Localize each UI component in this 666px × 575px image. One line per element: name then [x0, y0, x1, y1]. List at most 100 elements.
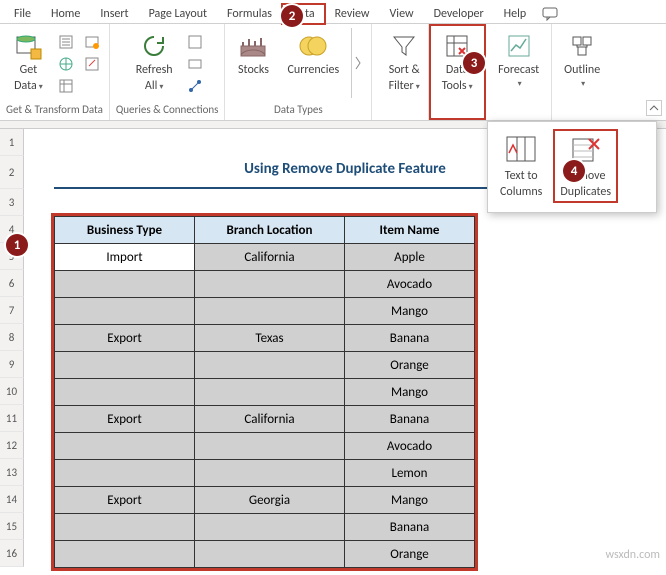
cell[interactable]: Mango: [345, 379, 475, 406]
tab-review[interactable]: Review: [325, 4, 380, 24]
cell[interactable]: Export: [55, 406, 195, 433]
cell[interactable]: [55, 460, 195, 487]
cell[interactable]: Banana: [345, 406, 475, 433]
cell[interactable]: [195, 460, 345, 487]
cell[interactable]: [195, 433, 345, 460]
table-row: ImportCaliforniaApple: [55, 244, 475, 271]
sort-filter-button[interactable]: Sort & Filter▾: [382, 28, 426, 96]
cell[interactable]: [55, 541, 195, 568]
row-header[interactable]: 8: [0, 324, 24, 351]
cell[interactable]: [55, 298, 195, 325]
row-header[interactable]: 6: [0, 270, 24, 297]
rd-l2: Duplicates: [560, 186, 611, 200]
cell[interactable]: Avocado: [345, 433, 475, 460]
cell[interactable]: [195, 298, 345, 325]
row-header[interactable]: 13: [0, 459, 24, 486]
row-header[interactable]: 15: [0, 513, 24, 540]
cell[interactable]: [195, 541, 345, 568]
tab-help[interactable]: Help: [494, 4, 537, 24]
cell[interactable]: Export: [55, 325, 195, 352]
ribbon-collapse-icon[interactable]: [646, 100, 662, 116]
from-table-icon[interactable]: [56, 76, 76, 96]
get-data-mini-buttons-2: [82, 28, 102, 74]
row-header[interactable]: 11: [0, 405, 24, 432]
existing-connections-icon[interactable]: [82, 54, 102, 74]
ttc-l1: Text to: [505, 170, 538, 184]
cell[interactable]: [55, 271, 195, 298]
table-row: Orange: [55, 352, 475, 379]
cell[interactable]: Banana: [345, 514, 475, 541]
cell[interactable]: [55, 352, 195, 379]
row-header[interactable]: 7: [0, 297, 24, 324]
row-headers: 1 2 3 4 5 6 7 8 9 10 11 12 13 14 15 16: [0, 121, 24, 568]
col-header-item[interactable]: Item Name: [345, 217, 475, 244]
from-text-csv-icon[interactable]: [56, 32, 76, 52]
text-to-columns-button[interactable]: Text to Columns: [494, 130, 548, 202]
refresh-all-button[interactable]: Refresh All▾: [130, 28, 179, 96]
cell[interactable]: Export: [55, 487, 195, 514]
cell[interactable]: [195, 514, 345, 541]
cell[interactable]: Mango: [345, 487, 475, 514]
cell[interactable]: California: [195, 244, 345, 271]
table-header-row: Business Type Branch Location Item Name: [55, 217, 475, 244]
table-row: ExportTexasBanana: [55, 325, 475, 352]
data-types-more[interactable]: [351, 28, 365, 98]
row-header[interactable]: 3: [0, 189, 24, 216]
tab-file[interactable]: File: [4, 4, 41, 24]
outline-icon: [566, 30, 598, 62]
tab-comments-icon[interactable]: [536, 4, 564, 24]
edit-links-icon[interactable]: [185, 76, 205, 96]
cell[interactable]: Banana: [345, 325, 475, 352]
cell[interactable]: Mango: [345, 298, 475, 325]
table-row: Mango: [55, 379, 475, 406]
col-header-branch[interactable]: Branch Location: [195, 217, 345, 244]
cell[interactable]: [55, 379, 195, 406]
table-row: ExportCaliforniaBanana: [55, 406, 475, 433]
tab-formulas[interactable]: Formulas: [217, 4, 282, 24]
cell[interactable]: [55, 433, 195, 460]
group-queries: Refresh All▾ Queries & Connections: [110, 24, 226, 120]
currencies-label: Currencies: [287, 64, 339, 78]
currencies-button[interactable]: Currencies: [281, 28, 345, 80]
cell[interactable]: Orange: [345, 352, 475, 379]
col-header-business[interactable]: Business Type: [55, 217, 195, 244]
group-forecast: Forecast ▾: [486, 24, 552, 120]
get-data-button[interactable]: Get Data▾: [6, 28, 50, 96]
row-header[interactable]: 12: [0, 432, 24, 459]
cell[interactable]: Texas: [195, 325, 345, 352]
cell[interactable]: Georgia: [195, 487, 345, 514]
cell[interactable]: [195, 379, 345, 406]
cell[interactable]: California: [195, 406, 345, 433]
cell[interactable]: Apple: [345, 244, 475, 271]
properties-icon[interactable]: [185, 54, 205, 74]
cell[interactable]: Lemon: [345, 460, 475, 487]
tab-view[interactable]: View: [380, 4, 424, 24]
text-to-columns-icon: [503, 132, 539, 168]
outline-button[interactable]: Outline ▾: [558, 28, 606, 91]
outline-label: Outline: [564, 64, 600, 78]
row-header[interactable]: 14: [0, 486, 24, 513]
cell[interactable]: Avocado: [345, 271, 475, 298]
row-header[interactable]: 10: [0, 378, 24, 405]
tab-page-layout[interactable]: Page Layout: [139, 4, 217, 24]
queries-icon[interactable]: [185, 32, 205, 52]
dt-l2: Tools▾: [442, 80, 473, 94]
refresh-l1: Refresh: [136, 64, 173, 78]
cell[interactable]: [55, 514, 195, 541]
row-header[interactable]: 2: [0, 156, 24, 189]
recent-sources-icon[interactable]: [82, 32, 102, 52]
from-web-icon[interactable]: [56, 54, 76, 74]
row-header[interactable]: 1: [0, 129, 24, 156]
cell[interactable]: [195, 352, 345, 379]
tab-home[interactable]: Home: [41, 4, 90, 24]
stocks-button[interactable]: Stocks: [231, 28, 275, 80]
tab-insert[interactable]: Insert: [90, 4, 138, 24]
row-header[interactable]: 9: [0, 351, 24, 378]
forecast-button[interactable]: Forecast ▾: [492, 28, 545, 91]
cell[interactable]: Orange: [345, 541, 475, 568]
tab-developer[interactable]: Developer: [424, 4, 494, 24]
group-outline: Outline ▾: [552, 24, 612, 120]
cell[interactable]: [195, 271, 345, 298]
cell[interactable]: Import: [55, 244, 195, 271]
row-header[interactable]: 16: [0, 540, 24, 567]
